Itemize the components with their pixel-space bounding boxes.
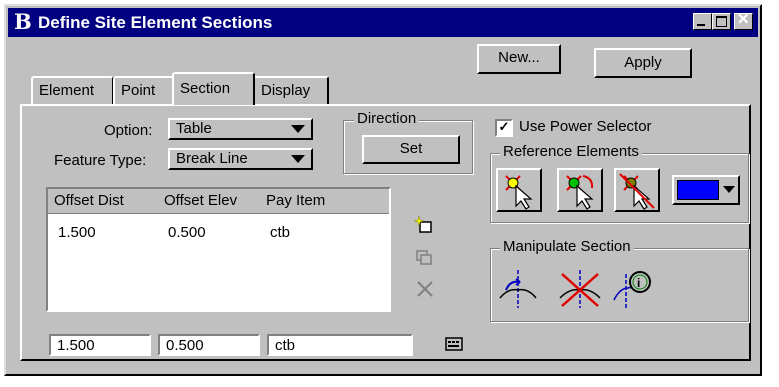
pay-item-browse-icon[interactable]	[445, 337, 463, 351]
rotate-section-icon[interactable]	[496, 268, 544, 312]
apply-button[interactable]: Apply	[594, 48, 692, 78]
maximize-icon	[716, 16, 727, 27]
option-dropdown[interactable]: Table	[168, 118, 313, 140]
direction-group-label: Direction	[354, 110, 420, 127]
feature-type-value: Break Line	[176, 150, 248, 167]
minimize-icon	[697, 24, 705, 26]
add-element-icon	[566, 175, 594, 210]
table-header: Offset Dist Offset Elev Pay Item	[48, 189, 389, 214]
add-row-icon[interactable]	[414, 215, 434, 235]
tab-display[interactable]: Display	[253, 76, 329, 104]
offset-elev-field[interactable]	[158, 334, 260, 356]
feature-type-dropdown[interactable]: Break Line	[168, 148, 313, 170]
column-header-offset-dist[interactable]: Offset Dist	[54, 192, 124, 209]
delete-section-icon[interactable]	[556, 268, 604, 312]
color-picker-button[interactable]	[672, 175, 740, 205]
title-bar[interactable]: B Define Site Element Sections ✕	[8, 8, 758, 37]
offset-dist-field[interactable]	[49, 334, 151, 356]
column-header-pay-item[interactable]: Pay Item	[266, 192, 325, 209]
option-label: Option:	[104, 122, 153, 139]
pay-item-field[interactable]	[267, 334, 413, 356]
chevron-down-icon	[291, 125, 305, 133]
new-button[interactable]: New...	[477, 44, 561, 74]
close-icon: ✕	[737, 11, 750, 28]
color-swatch	[677, 180, 719, 200]
manipulate-section-label: Manipulate Section	[500, 238, 634, 255]
reference-elements-label: Reference Elements	[500, 143, 642, 160]
option-value: Table	[176, 120, 212, 137]
section-info-icon[interactable]: i	[612, 266, 660, 312]
tab-point[interactable]: Point	[113, 76, 175, 104]
cell-offset-dist: 1.500	[58, 224, 96, 241]
select-element-icon	[505, 175, 533, 210]
select-reference-element-button[interactable]	[496, 168, 542, 212]
tab-element[interactable]: Element	[31, 76, 114, 104]
chevron-down-icon	[291, 155, 305, 163]
remove-reference-element-button[interactable]	[614, 168, 660, 212]
minimize-button[interactable]	[693, 13, 712, 30]
cell-pay-item: ctb	[270, 224, 291, 241]
chevron-down-icon	[723, 186, 735, 193]
use-power-selector-checkbox[interactable]: ✓	[495, 119, 513, 137]
delete-row-icon[interactable]	[416, 280, 434, 298]
use-power-selector-label: Use Power Selector	[519, 118, 652, 135]
close-button[interactable]: ✕	[734, 11, 753, 30]
remove-element-icon	[619, 173, 655, 210]
window-title: Define Site Element Sections	[38, 13, 273, 32]
feature-type-label: Feature Type:	[54, 152, 147, 169]
offset-table[interactable]: Offset Dist Offset Elev Pay Item 1.500 0…	[46, 187, 391, 312]
direction-set-button[interactable]: Set	[362, 135, 460, 164]
add-reference-element-button[interactable]	[557, 168, 603, 212]
maximize-button[interactable]	[712, 13, 731, 30]
svg-text:i: i	[637, 276, 640, 290]
app-icon: B	[14, 9, 32, 34]
column-header-offset-elev[interactable]: Offset Elev	[164, 192, 237, 209]
cell-offset-elev: 0.500	[168, 224, 206, 241]
tab-section[interactable]: Section	[172, 72, 255, 105]
copy-row-icon[interactable]	[414, 248, 434, 268]
